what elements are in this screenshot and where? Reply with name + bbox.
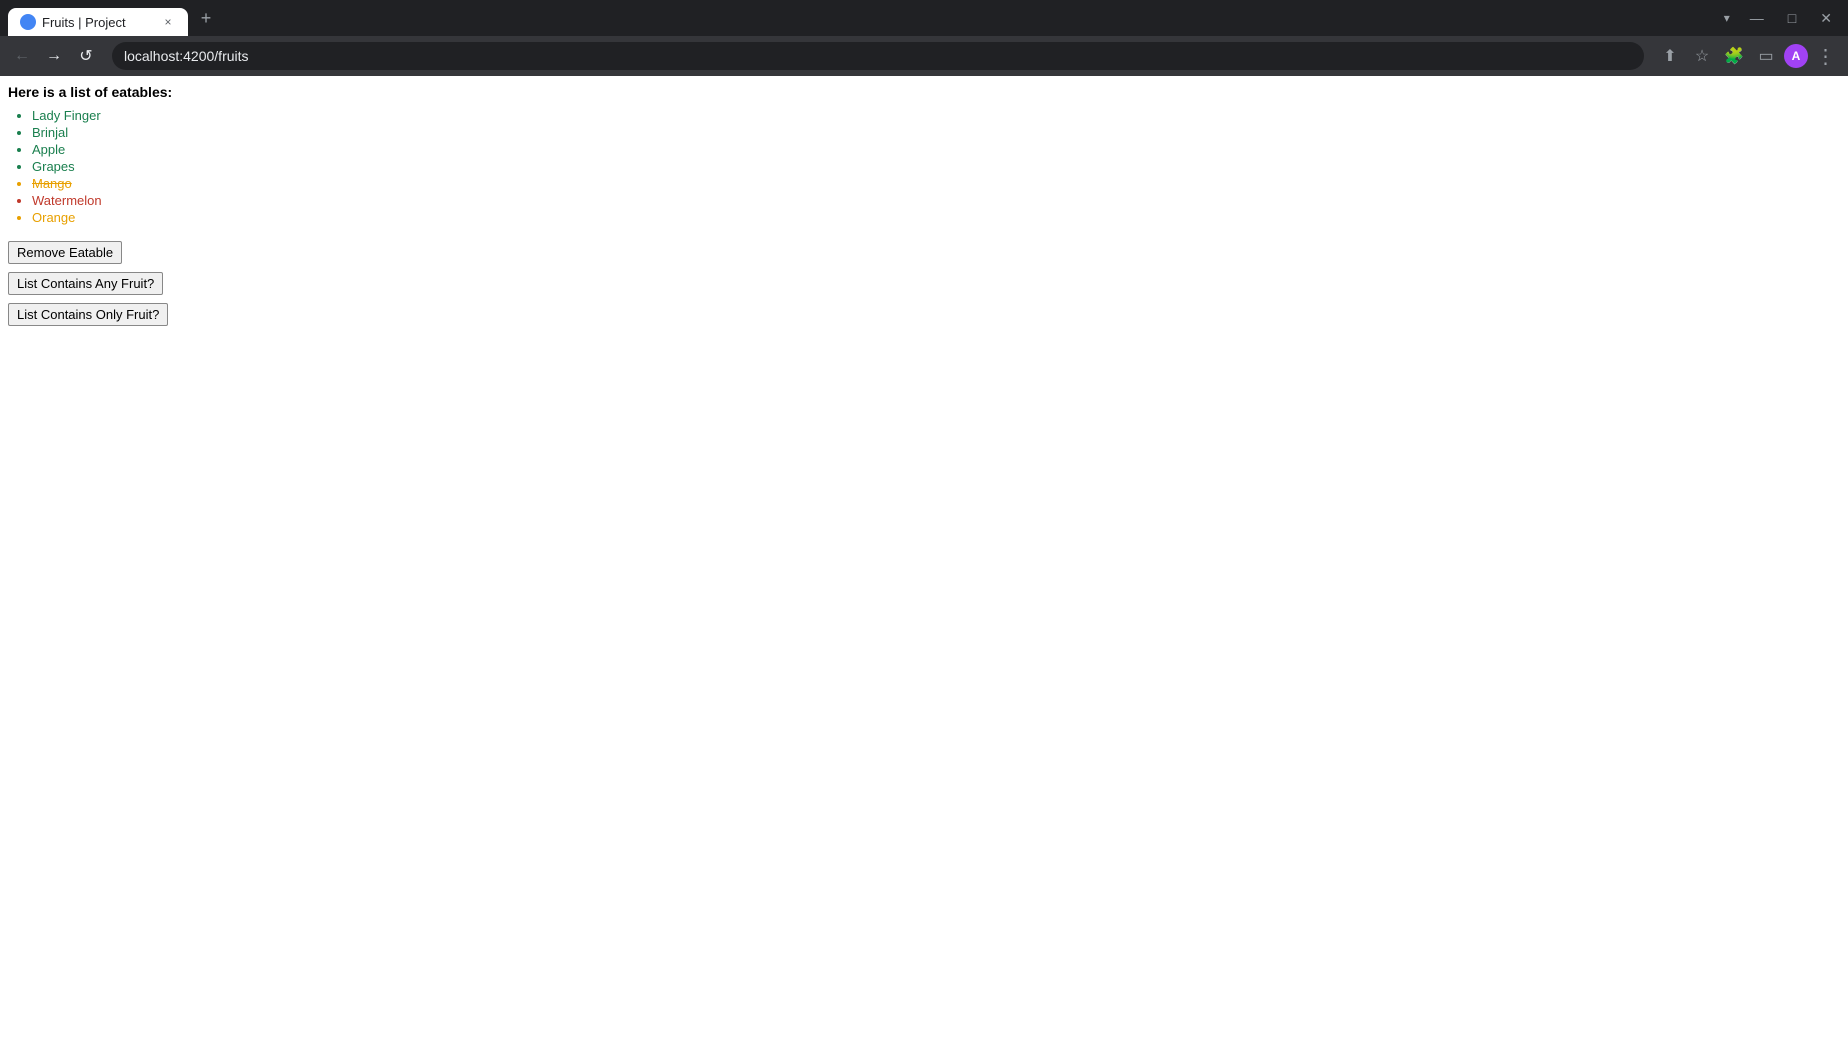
eatables-list: Lady Finger Brinjal Apple Grapes Mango W…: [8, 108, 1840, 225]
window-controls: — □ ✕: [1742, 6, 1840, 31]
bookmark-icon[interactable]: ☆: [1688, 42, 1716, 70]
active-tab[interactable]: Fruits | Project ×: [8, 8, 188, 36]
new-tab-button[interactable]: +: [192, 4, 220, 32]
list-item: Brinjal: [32, 125, 1840, 140]
browser-chrome: Fruits | Project × + ▾ — □ ✕ ← → ↺ local…: [0, 0, 1848, 76]
list-item: Mango: [32, 176, 1840, 191]
remove-eatable-button[interactable]: Remove Eatable: [8, 241, 122, 264]
page-heading: Here is a list of eatables:: [8, 84, 1840, 100]
extensions-icon[interactable]: 🧩: [1720, 42, 1748, 70]
page-content: Here is a list of eatables: Lady Finger …: [0, 76, 1848, 1052]
address-bar[interactable]: localhost:4200/fruits: [112, 42, 1644, 70]
menu-icon[interactable]: ⋮: [1812, 42, 1840, 70]
tab-favicon: [20, 14, 36, 30]
forward-button[interactable]: →: [40, 42, 68, 70]
maximize-button[interactable]: □: [1780, 6, 1804, 30]
list-contains-any-fruit-button[interactable]: List Contains Any Fruit?: [8, 272, 163, 295]
navigation-toolbar: ← → ↺ localhost:4200/fruits ⬆ ☆ 🧩 ▭ A ⋮: [0, 36, 1848, 76]
back-button[interactable]: ←: [8, 42, 36, 70]
list-item: Lady Finger: [32, 108, 1840, 123]
list-item: Orange: [32, 210, 1840, 225]
tab-close-button[interactable]: ×: [160, 14, 176, 30]
share-icon[interactable]: ⬆: [1656, 42, 1684, 70]
list-contains-only-fruit-button[interactable]: List Contains Only Fruit?: [8, 303, 168, 326]
sidebar-icon[interactable]: ▭: [1752, 42, 1780, 70]
reload-button[interactable]: ↺: [72, 42, 100, 70]
tab-bar: Fruits | Project × + ▾ — □ ✕: [0, 0, 1848, 36]
address-text: localhost:4200/fruits: [124, 48, 1632, 64]
minimize-button[interactable]: —: [1742, 6, 1772, 30]
list-item: Watermelon: [32, 193, 1840, 208]
tab-dropdown-button[interactable]: ▾: [1720, 7, 1734, 29]
toolbar-right: ⬆ ☆ 🧩 ▭ A ⋮: [1656, 42, 1840, 70]
buttons-section: Remove Eatable List Contains Any Fruit? …: [8, 241, 1840, 326]
tab-title: Fruits | Project: [42, 15, 154, 30]
list-item: Apple: [32, 142, 1840, 157]
list-item: Grapes: [32, 159, 1840, 174]
profile-avatar[interactable]: A: [1784, 44, 1808, 68]
close-button[interactable]: ✕: [1812, 6, 1840, 31]
